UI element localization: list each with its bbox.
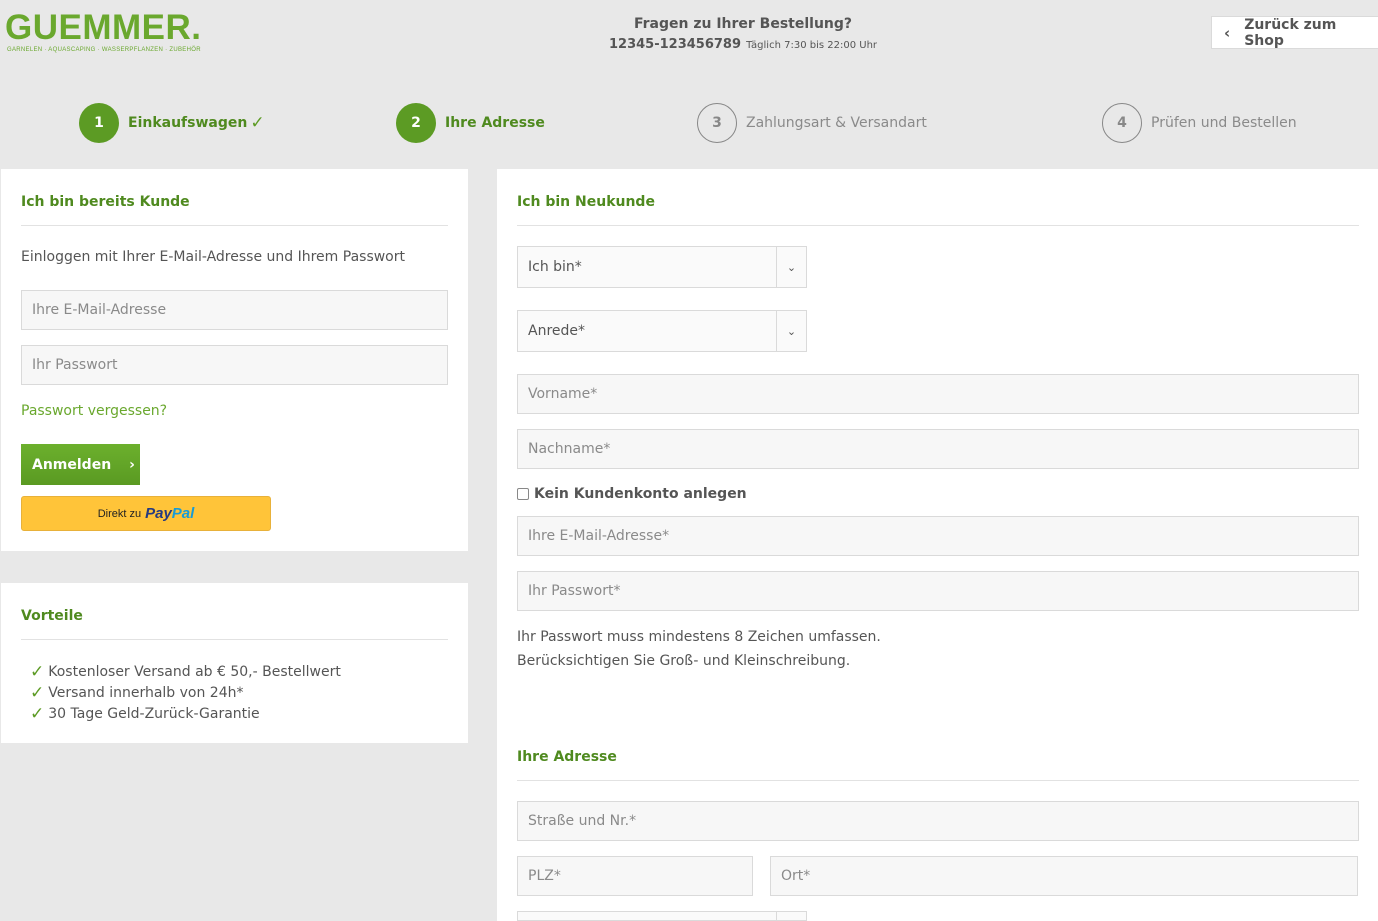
step-number: 1 — [79, 103, 119, 143]
address-title: Ihre Adresse — [517, 749, 617, 765]
street-placeholder: Straße und Nr.* — [528, 813, 637, 829]
forgot-password-link[interactable]: Passwort vergessen? — [21, 403, 167, 419]
step-cart[interactable]: 1 Einkaufswagen ✓ — [79, 103, 265, 143]
contact-question: Fragen zu Ihrer Bestellung? — [633, 16, 853, 32]
back-to-shop-button[interactable]: ‹ Zurück zum Shop — [1211, 16, 1378, 49]
no-account-option[interactable]: Kein Kundenkonto anlegen — [517, 486, 747, 502]
benefit-item: ✓ 30 Tage Geld-Zurück-Garantie — [30, 704, 260, 724]
password-hint: Berücksichtigen Sie Groß- und Kleinschre… — [517, 653, 851, 669]
step-label: Einkaufswagen — [128, 115, 248, 131]
firstname-input[interactable]: Vorname* — [517, 374, 1359, 414]
zip-input[interactable]: PLZ* — [517, 856, 753, 896]
street-input[interactable]: Straße und Nr.* — [517, 801, 1359, 841]
step-review-order: 4 Prüfen und Bestellen — [1102, 103, 1297, 143]
login-intro: Einloggen mit Ihrer E-Mail-Adresse und I… — [21, 249, 405, 265]
logo[interactable]: GUEMMER. GARNELEN · AQUASCAPING · WASSER… — [5, 8, 202, 54]
chevron-down-icon: ⌄ — [776, 247, 806, 287]
step-number: 3 — [697, 103, 737, 143]
benefit-item: ✓ Versand innerhalb von 24h* — [30, 683, 244, 703]
register-email-placeholder: Ihre E-Mail-Adresse* — [528, 528, 670, 544]
password-hint: Ihr Passwort muss mindestens 8 Zeichen u… — [517, 629, 881, 645]
login-title: Ich bin bereits Kunde — [21, 194, 190, 210]
chevron-down-icon: ⌄ — [776, 311, 806, 351]
lastname-placeholder: Nachname* — [528, 441, 611, 457]
step-payment-shipping: 3 Zahlungsart & Versandart — [697, 103, 927, 143]
no-account-checkbox[interactable] — [517, 488, 529, 500]
login-button-label: Anmelden — [32, 456, 112, 473]
salutation-value: Anrede* — [528, 323, 586, 339]
login-button[interactable]: Anmelden › — [21, 444, 140, 485]
step-address[interactable]: 2 Ihre Adresse — [396, 103, 545, 143]
register-password-input[interactable]: Ihr Passwort* — [517, 571, 1359, 611]
register-title: Ich bin Neukunde — [517, 194, 655, 210]
country-select[interactable] — [517, 911, 807, 921]
login-email-placeholder: Ihre E-Mail-Adresse — [32, 302, 167, 318]
paypal-logo: PayPal — [145, 505, 195, 522]
step-label: Prüfen und Bestellen — [1151, 115, 1297, 131]
logo-text: GUEMMER. — [5, 8, 202, 47]
step-label: Ihre Adresse — [445, 115, 545, 131]
customer-type-select[interactable]: Ich bin* ⌄ — [517, 246, 807, 288]
chevron-right-icon: › — [129, 456, 135, 473]
checkmark-icon: ✓ — [30, 683, 45, 703]
step-number: 4 — [1102, 103, 1142, 143]
register-email-input[interactable]: Ihre E-Mail-Adresse* — [517, 516, 1359, 556]
chevron-left-icon: ‹ — [1224, 23, 1231, 42]
city-placeholder: Ort* — [781, 868, 811, 884]
register-password-placeholder: Ihr Passwort* — [528, 583, 621, 599]
login-email-input[interactable]: Ihre E-Mail-Adresse — [21, 290, 448, 330]
lastname-input[interactable]: Nachname* — [517, 429, 1359, 469]
city-input[interactable]: Ort* — [770, 856, 1358, 896]
benefit-item: ✓ Kostenloser Versand ab € 50,- Bestellw… — [30, 662, 341, 682]
firstname-placeholder: Vorname* — [528, 386, 598, 402]
chevron-down-icon — [776, 912, 806, 920]
divider — [517, 780, 1359, 781]
paypal-prefix: Direkt zu — [97, 507, 142, 520]
checkmark-icon: ✓ — [30, 704, 45, 724]
checkmark-icon: ✓ — [250, 113, 265, 133]
step-label: Zahlungsart & Versandart — [746, 115, 927, 131]
step-number: 2 — [396, 103, 436, 143]
opening-hours: Täglich 7:30 bis 22:00 Uhr — [746, 40, 878, 51]
divider — [21, 225, 448, 226]
checkmark-icon: ✓ — [30, 662, 45, 682]
divider — [21, 639, 448, 640]
logo-tagline: GARNELEN · AQUASCAPING · WASSERPFLANZEN … — [7, 47, 201, 53]
divider — [517, 225, 1359, 226]
customer-type-value: Ich bin* — [528, 259, 582, 275]
phone-number: 12345-123456789 — [608, 37, 742, 52]
contact-info: Fragen zu Ihrer Bestellung? 12345-123456… — [560, 15, 926, 56]
no-account-label[interactable]: Kein Kundenkonto anlegen — [534, 486, 747, 502]
benefits-title: Vorteile — [21, 608, 83, 624]
back-to-shop-label: Zurück zum Shop — [1244, 16, 1337, 49]
login-password-placeholder: Ihr Passwort — [32, 357, 118, 373]
paypal-button[interactable]: Direkt zu PayPal — [21, 496, 271, 531]
zip-placeholder: PLZ* — [528, 868, 561, 884]
login-password-input[interactable]: Ihr Passwort — [21, 345, 448, 385]
salutation-select[interactable]: Anrede* ⌄ — [517, 310, 807, 352]
